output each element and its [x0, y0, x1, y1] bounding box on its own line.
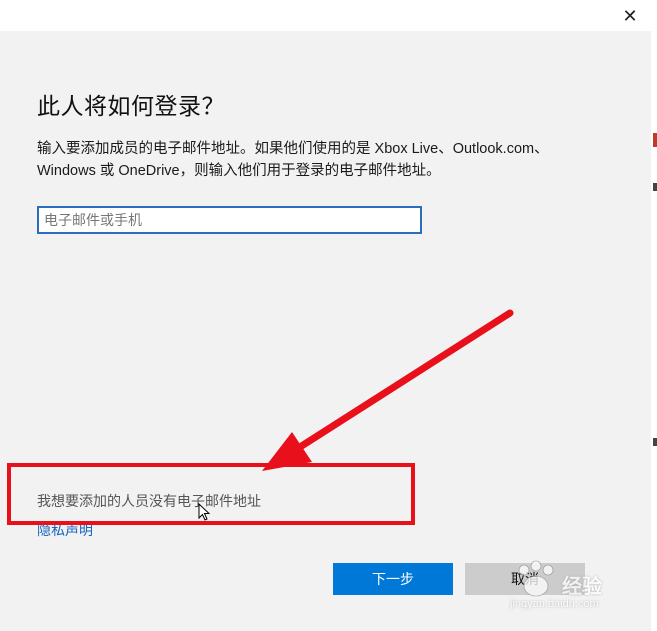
background-window-edge: [651, 0, 657, 631]
page-title: 此人将如何登录？: [37, 93, 225, 119]
cancel-button[interactable]: 取消: [465, 563, 585, 595]
next-button[interactable]: 下一步: [333, 563, 453, 595]
email-input[interactable]: [37, 206, 422, 234]
edge-mark-red: [653, 133, 657, 147]
no-email-link[interactable]: 我想要添加的人员没有电子邮件地址: [37, 491, 261, 511]
add-user-dialog: ✕ 此人将如何登录？ 输入要添加成员的电子邮件地址。如果他们使用的是 Xbox …: [0, 0, 652, 631]
edge-mark-dark: [653, 438, 657, 446]
description-text: 输入要添加成员的电子邮件地址。如果他们使用的是 Xbox Live、Outloo…: [37, 138, 597, 182]
privacy-link[interactable]: 隐私声明: [37, 520, 93, 540]
edge-mark-dark: [653, 183, 657, 191]
title-bar: ✕: [0, 0, 651, 31]
description-line-2: Windows 或 OneDrive，则输入他们用于登录的电子邮件地址。: [37, 163, 441, 179]
close-icon[interactable]: ✕: [619, 5, 641, 27]
description-line-1: 输入要添加成员的电子邮件地址。如果他们使用的是 Xbox Live、Outloo…: [37, 141, 549, 157]
